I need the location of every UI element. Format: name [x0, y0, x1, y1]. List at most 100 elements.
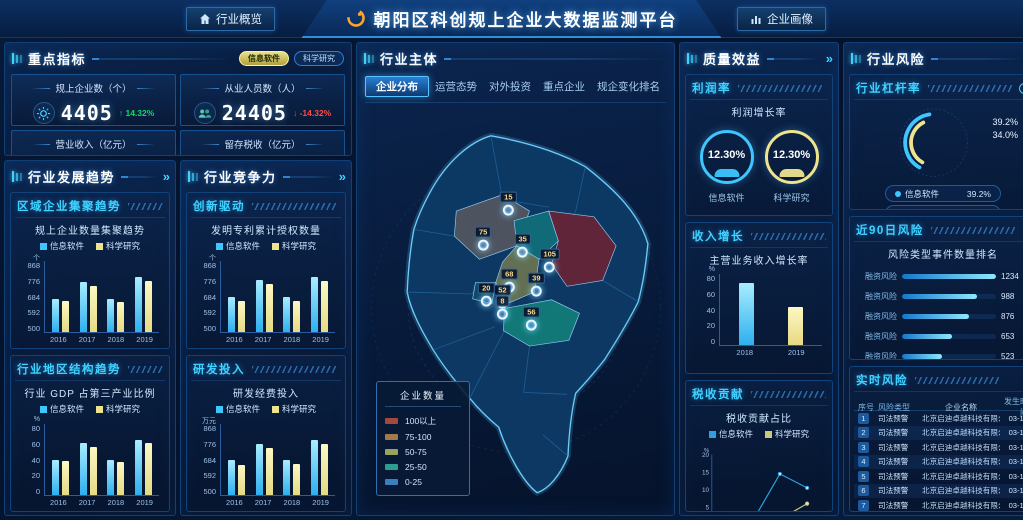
hatch-decoration: [128, 366, 163, 373]
risk-table-row[interactable]: 3司法预警北京启迪卓越科技有限公司03-16: [854, 440, 1023, 455]
filter-tag-active[interactable]: 信息软件: [239, 51, 289, 66]
stat-card: 规上企业数（个）4405↑ 14.32%: [11, 74, 176, 126]
risk-table-row[interactable]: 1司法预警北京启迪卓越科技有限公司03-16: [854, 411, 1023, 426]
chart-rnd-spend: 研发经费投入信息软件科学研究万元868776684592500201620172…: [191, 381, 341, 507]
info-icon[interactable]: i: [1019, 83, 1023, 94]
leverage-value-1: 39.2%: [992, 116, 1018, 129]
nav-right-label: 企业画像: [767, 11, 813, 27]
hatch-decoration: [928, 85, 1012, 92]
hatch-decoration: [738, 85, 822, 92]
map-legend-item: 25-50: [385, 459, 461, 474]
risk-table-row[interactable]: 7司法预警北京启迪卓越科技有限公司03-16: [854, 498, 1023, 512]
svg-text:10: 10: [702, 487, 710, 494]
risk-table-row[interactable]: 2司法预警北京启迪卓越科技有限公司03-16: [854, 426, 1023, 441]
subpanel-title: 行业地区结构趋势: [17, 361, 121, 377]
map-marker[interactable]: 20: [478, 282, 494, 306]
subpanel-region-structure: 行业地区结构趋势 行业 GDP 占第三产业比例信息软件科学研究%80604020…: [10, 355, 170, 512]
leverage-legend-item: 科学研究34.0%: [885, 205, 1001, 210]
subpanel-title: 区域企业集聚趋势: [17, 198, 121, 214]
map-marker[interactable]: 39: [528, 273, 544, 297]
stat-delta: ↑ 14.32%: [119, 108, 154, 118]
panel-title: 行业发展趋势: [28, 167, 115, 186]
risk-table-row[interactable]: 6司法预警北京启迪卓越科技有限公司03-16: [854, 484, 1023, 499]
map-legend-item: 100以上: [385, 412, 461, 429]
map-marker[interactable]: 56: [523, 307, 539, 331]
divider: [121, 176, 157, 178]
hatch-decoration: [915, 377, 999, 384]
map-marker[interactable]: 8: [496, 296, 508, 320]
leverage-legend-item: 信息软件39.2%: [885, 185, 1001, 202]
filter-tag-inactive[interactable]: 科学研究: [294, 51, 344, 66]
chart-income-growth: 主营业务收入增长率%80604020020182019: [690, 248, 828, 357]
nav-enterprise-profile[interactable]: 企业画像: [737, 7, 826, 31]
panel-risk: 行业风险 » 行业杠杆率 i 39.2%: [843, 42, 1023, 516]
chart-legend: 信息软件科学研究: [690, 426, 828, 443]
map-marker[interactable]: 105: [539, 249, 560, 273]
more-arrow[interactable]: »: [339, 172, 344, 182]
subpanel-realtime-risk: 实时风险 序号风险类型企业名称发生时间1司法预警北京启迪卓越科技有限公司03-1…: [849, 366, 1023, 512]
risk-rank-row: 融资风险876: [856, 306, 1023, 326]
hatch-decoration: [128, 203, 163, 210]
app-title: 朝阳区科创规上企业大数据监测平台: [374, 6, 678, 31]
svg-text:15: 15: [702, 469, 710, 476]
subpanel-rnd: 研发投入 研发经费投入信息软件科学研究万元8687766845925002016…: [186, 355, 346, 512]
profit-gauge: 12.30%信息软件: [700, 130, 754, 204]
tab-企业分布[interactable]: 企业分布: [365, 76, 429, 97]
panel-title: 行业竞争力: [204, 167, 277, 186]
hatch-decoration: [751, 233, 826, 240]
stat-delta: ↓ -14.32%: [293, 108, 331, 118]
map-marker[interactable]: 35: [514, 233, 530, 257]
profit-gauge: 12.30%科学研究: [765, 130, 819, 204]
svg-text:5: 5: [706, 504, 710, 511]
stat-card: 留存税收（亿元）¥666.1↓ -14.32%: [180, 130, 345, 156]
panel-industry-main: 行业主体 企业分布运营态势对外投资重点企业规企变化排名: [356, 42, 675, 516]
stat-value: 4405: [61, 101, 113, 125]
subpanel-leverage: 行业杠杆率 i 39.2% 34.0% 信息软件39.2%科学研究34.0: [849, 74, 1023, 210]
panel-title-icon: [12, 171, 22, 182]
more-arrow[interactable]: »: [163, 172, 168, 182]
hatch-decoration: [931, 227, 1015, 234]
panel-title-icon: [851, 53, 861, 64]
subpanel-profit-rate: 利润率 利润增长率 12.30%信息软件12.30%科学研究: [685, 74, 833, 216]
tab-运营态势[interactable]: 运营态势: [429, 77, 483, 96]
subpanel-title: 实时风险: [856, 372, 908, 388]
realtime-risk-table: 序号风险类型企业名称发生时间1司法预警北京启迪卓越科技有限公司03-162司法预…: [854, 396, 1023, 512]
panel-industry-trend: 行业发展趋势 » 区域企业集聚趋势 规上企业数量集聚趋势信息软件科学研究个868…: [4, 160, 176, 516]
risk-rank-row: 融资风险988: [856, 286, 1023, 306]
more-arrow[interactable]: »: [826, 54, 831, 64]
leverage-values: 39.2% 34.0%: [992, 116, 1018, 142]
subpanel-region-cluster: 区域企业集聚趋势 规上企业数量集聚趋势信息软件科学研究个868776684592…: [10, 192, 170, 349]
subpanel-title: 近90日风险: [856, 222, 924, 238]
subpanel-title: 税收贡献: [692, 386, 744, 402]
map-marker[interactable]: 75: [475, 226, 491, 250]
svg-text:%: %: [704, 448, 710, 454]
chart-gdp-share: 行业 GDP 占第三产业比例信息软件科学研究%80604020020162017…: [15, 381, 165, 507]
panel-title-icon: [12, 53, 22, 64]
panel-key-indicators: 重点指标 信息软件科学研究 规上企业数（个）4405↑ 14.32%从业人员数（…: [4, 42, 352, 156]
risk-rank-row: 融资风险1234: [856, 266, 1023, 286]
map-marker[interactable]: 15: [500, 192, 516, 216]
subpanel-recent-risk: 近90日风险 风险类型事件数量排名融资风险1234融资风险988融资风险876融…: [849, 216, 1023, 360]
logo-icon: [346, 8, 366, 28]
hatch-decoration: [751, 391, 826, 398]
divider: [444, 58, 667, 60]
panel-competitiveness: 行业竞争力 » 创新驱动 发明专利累计授权数量信息软件科学研究个86877668…: [180, 160, 352, 516]
map-legend-title: 企业数量: [385, 388, 461, 407]
risk-table-row[interactable]: 5司法预警北京启迪卓越科技有限公司03-16: [854, 469, 1023, 484]
subpanel-title: 创新驱动: [193, 198, 245, 214]
stat-card: 从业人员数（人）24405↓ -14.32%: [180, 74, 345, 126]
subpanel-title: 行业杠杆率: [856, 80, 921, 96]
industry-filter-tags: 信息软件科学研究: [239, 51, 344, 66]
subpanel-title: 研发投入: [193, 361, 245, 377]
stat-value: 24405: [222, 101, 287, 125]
tab-对外投资[interactable]: 对外投资: [483, 77, 537, 96]
map-legend-items: 100以上75-10050-7525-500-25: [385, 412, 461, 489]
nav-industry-overview[interactable]: 行业概览: [186, 7, 275, 31]
risk-table-row[interactable]: 4司法预警北京启迪卓越科技有限公司03-16: [854, 455, 1023, 470]
divider: [92, 58, 233, 60]
tab-规企变化排名[interactable]: 规企变化排名: [591, 77, 666, 96]
tab-重点企业[interactable]: 重点企业: [537, 77, 591, 96]
panel-title-icon: [364, 53, 374, 64]
divider: [767, 58, 820, 60]
panel-title: 重点指标: [28, 49, 86, 68]
